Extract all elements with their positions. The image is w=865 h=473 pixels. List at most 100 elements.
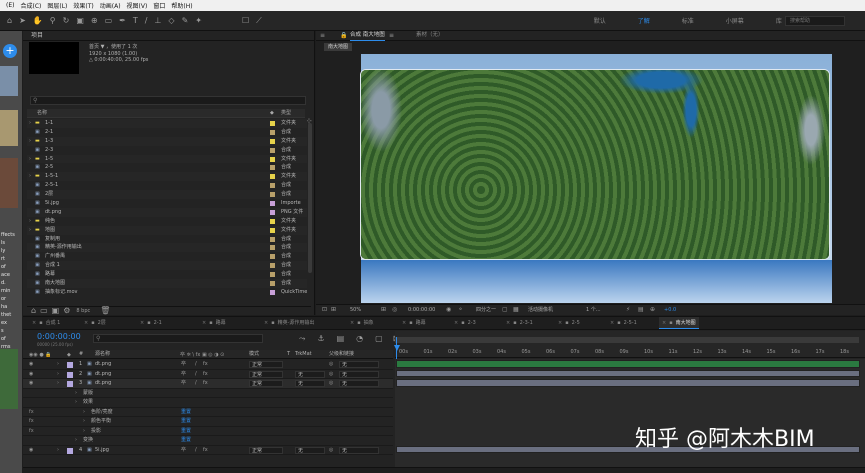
menu-item[interactable]: (E)	[6, 2, 14, 9]
timeline-tab[interactable]: × ▪ 2-3-1	[503, 317, 536, 329]
project-list-item[interactable]: ▣ 2-1 合成	[27, 128, 307, 137]
timeline-timecode[interactable]: 0:00:00:00	[37, 332, 81, 341]
project-list-item[interactable]: › ▬ 1-1 文件夹	[27, 119, 307, 128]
learn-thumb-1[interactable]	[0, 66, 18, 96]
visibility-eye-icon[interactable]: ◉	[29, 379, 33, 389]
project-list-item[interactable]: › ▬ 1-5 文件夹	[27, 154, 307, 164]
layer-search-input[interactable]: ⚲	[93, 334, 263, 343]
project-list-item[interactable]: ▣ dt.png PNG 文件	[27, 207, 307, 217]
project-list-item[interactable]: ▣ 5i.jpg Importe	[27, 199, 307, 208]
timeline-tab[interactable]: × ▪ 南大地图	[659, 317, 699, 329]
close-tab-icon[interactable]: ×	[32, 320, 36, 326]
footage-tab[interactable]: 素材（无）	[416, 31, 444, 40]
shy-switch-icon[interactable]: 卒	[181, 446, 186, 456]
time-ruler[interactable]: 00s 01s 02s 03s 04s 05s 06s 07s 08s 09s 10s 11s 12s 1…	[394, 331, 865, 358]
label-color-swatch[interactable]	[270, 129, 275, 135]
reset-link[interactable]: 重置	[181, 436, 191, 446]
expand-arrow-icon[interactable]: ›	[57, 360, 59, 370]
graph-editor-icon[interactable]: ▢	[375, 334, 383, 344]
expand-arrow-icon[interactable]: ›	[57, 446, 59, 456]
menu-item[interactable]: 图层(L)	[47, 1, 67, 10]
new-comp-icon[interactable]: ▣	[52, 306, 60, 316]
expand-arrow-icon[interactable]: ›	[29, 137, 31, 146]
timeline-tab[interactable]: × ▪ 抽象	[347, 317, 377, 329]
comp-tab-active[interactable]: 合成 南大地图	[350, 31, 385, 41]
timeline-toggle-icon[interactable]: ▤	[638, 305, 644, 315]
work-area-bar[interactable]	[395, 337, 859, 343]
workspace-libraries[interactable]: 库	[776, 16, 782, 25]
mode-select[interactable]: 正常	[249, 380, 283, 387]
workspace-learn[interactable]: 了解	[638, 16, 650, 25]
timeline-tab[interactable]: × ▪ 2-5	[555, 317, 583, 329]
expand-arrow-icon[interactable]: ›	[57, 370, 59, 380]
property-row[interactable]: › 效果	[23, 398, 393, 408]
label-color-swatch[interactable]	[270, 121, 275, 126]
property-row[interactable]: › 变换 重置	[23, 436, 393, 446]
snapshot-icon[interactable]: ◉	[446, 305, 451, 315]
label-color-swatch[interactable]	[270, 227, 275, 233]
workspace-default[interactable]: 默认	[594, 16, 606, 25]
label-color-swatch[interactable]	[270, 201, 275, 207]
mode-select[interactable]: 正常	[249, 446, 283, 454]
project-search-input[interactable]: ⚲	[30, 96, 306, 105]
parent-select[interactable]: 无	[339, 446, 379, 454]
lock-icon[interactable]: 🔒	[340, 31, 347, 41]
menu-item[interactable]: 合成(C)	[20, 1, 41, 10]
expand-arrow-icon[interactable]: ›	[83, 427, 85, 437]
frame-blending-icon[interactable]: ▤	[337, 334, 345, 344]
close-tab-icon[interactable]: ×	[610, 320, 614, 326]
close-tab-icon[interactable]: ×	[402, 320, 406, 326]
expand-arrow-icon[interactable]: ›	[29, 172, 31, 181]
menu-item[interactable]: 窗口	[153, 1, 165, 10]
learn-thumb-3[interactable]	[0, 158, 18, 208]
new-folder-icon[interactable]: ▭	[40, 306, 48, 316]
quality-switch-icon[interactable]: /	[195, 446, 197, 456]
property-row[interactable]: fx › 投影 重置	[23, 427, 393, 437]
project-list-item[interactable]: › ▬ 1-5-1 文件夹	[27, 172, 307, 182]
property-row[interactable]: › 蒙版	[23, 389, 393, 398]
trkmat-select[interactable]: 无	[295, 370, 325, 378]
flowchart-icon[interactable]: ⊕	[650, 305, 655, 315]
fx-switch-icon[interactable]: fx	[203, 370, 208, 380]
home-icon[interactable]: ⌂	[7, 16, 12, 26]
label-color-swatch[interactable]	[270, 236, 275, 242]
draft-3d-icon[interactable]: ⤳	[299, 334, 305, 344]
project-scrollbar[interactable]	[308, 123, 312, 273]
label-color-swatch[interactable]	[270, 254, 275, 260]
project-list-item[interactable]: ▣ 路幕 合成	[27, 270, 307, 279]
project-list-item[interactable]: ▣ 广州番禺 合成	[27, 252, 307, 261]
tab-menu-icon[interactable]: ≡	[389, 31, 394, 41]
layer-name[interactable]: dt.png	[95, 370, 111, 380]
eraser-tool-icon[interactable]: ◇	[168, 16, 174, 26]
project-list-item[interactable]: ▣ 2-3 合成	[27, 146, 307, 155]
delete-icon[interactable]: 🗑	[100, 306, 110, 316]
shy-layers-icon[interactable]: ⚓	[317, 334, 324, 344]
layer-label-swatch[interactable]	[67, 381, 73, 387]
project-list-item[interactable]: ▣ 抽象标记.mov QuickTime	[27, 288, 307, 297]
viewer-safe-icon[interactable]: ⊞	[331, 305, 336, 315]
timeline-tab[interactable]: × ▪ 精英-源作用输出	[261, 317, 317, 329]
close-tab-icon[interactable]: ×	[454, 320, 458, 326]
label-color-swatch[interactable]	[270, 281, 275, 287]
camera-tool-icon[interactable]: ▣	[76, 16, 84, 26]
resolution-select[interactable]: 四分之一	[476, 305, 496, 315]
timeline-tab[interactable]: × ▪ 路幕	[199, 317, 229, 329]
property-row[interactable]: fx › 颜色平衡 重置	[23, 417, 393, 427]
rotate-tool-icon[interactable]: ↻	[63, 16, 70, 26]
layer-row[interactable]: ◉ › 3 ▣ dt.png 卒 / fx 正常 无 ◎ 无	[23, 379, 393, 389]
project-list-item[interactable]: ▣ 2-5 合成	[27, 163, 307, 172]
shy-switch-icon[interactable]: 卒	[181, 360, 186, 370]
layer-name[interactable]: dt.png	[95, 379, 111, 389]
trkmat-select[interactable]: 无	[295, 446, 325, 454]
layer-duration-bar[interactable]	[396, 379, 860, 387]
menu-item[interactable]: 视图(V)	[127, 1, 148, 10]
project-list-item[interactable]: ▣ 2层 合成	[27, 190, 307, 200]
timeline-tab[interactable]: × ▪ 合成 1	[29, 317, 63, 329]
reset-link[interactable]: 重置	[181, 417, 191, 427]
timeline-tab[interactable]: × ▪ 2-1	[137, 317, 165, 329]
layer-label-swatch[interactable]	[67, 447, 73, 454]
snapping-option-icon[interactable]: ⟋	[256, 16, 262, 26]
close-tab-icon[interactable]: ×	[140, 320, 144, 326]
label-color-swatch[interactable]	[270, 183, 275, 189]
layer-label-swatch[interactable]	[67, 362, 73, 368]
